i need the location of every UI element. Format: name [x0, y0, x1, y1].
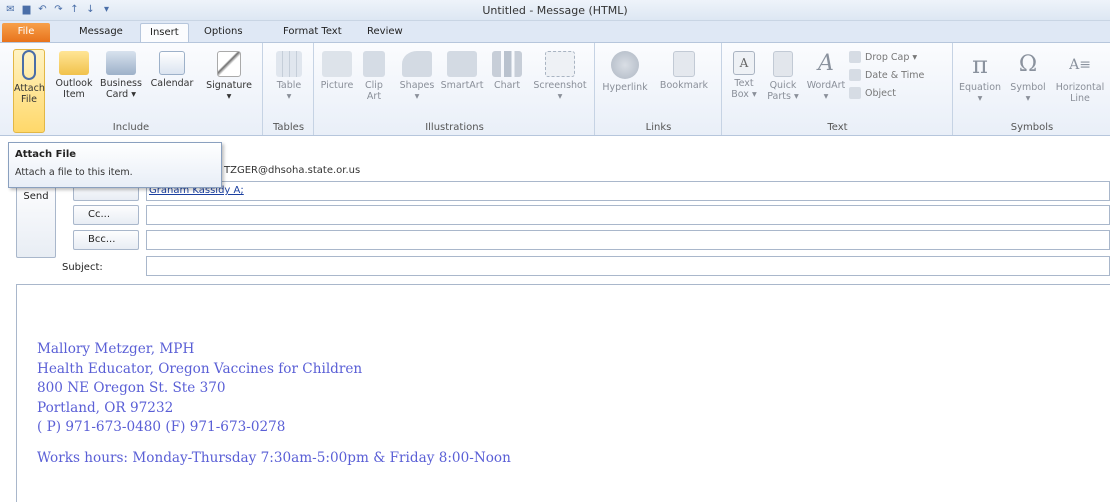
bcc-button[interactable]: Bcc...: [73, 230, 139, 250]
screenshot-icon: [545, 51, 575, 77]
date-time-icon: [849, 69, 861, 81]
paperclip-icon: [22, 50, 36, 80]
bcc-field[interactable]: [146, 230, 1110, 250]
cc-button[interactable]: Cc...: [73, 205, 139, 225]
quick-parts-button[interactable]: Quick Parts ▾: [765, 51, 801, 102]
table-icon: [276, 51, 302, 77]
shapes-button[interactable]: Shapes ▾: [399, 51, 435, 102]
group-include-label: Include: [112, 122, 150, 133]
bookmark-icon: [673, 51, 695, 77]
subject-field[interactable]: [146, 256, 1110, 276]
signature-city: Portland, OR 97232: [37, 399, 174, 416]
group-symbols: π Equation ▾ Ω Symbol ▾ A≡ Horizontal Li…: [954, 43, 1110, 135]
attach-file-tooltip: Attach File Attach a file to this item.: [8, 142, 222, 188]
title-bar: ✉ ▆ ↶ ↷ ↑ ↓ ▾ Untitled - Message (HTML): [0, 0, 1110, 21]
pi-icon: π: [972, 51, 988, 79]
quick-parts-icon: [773, 51, 793, 77]
tab-format-text[interactable]: Format Text: [274, 23, 351, 42]
signature-button[interactable]: Signature ▾: [203, 51, 255, 102]
from-address: TZGER@dhsoha.state.or.us: [224, 165, 361, 176]
business-card-icon: [106, 51, 136, 75]
signature-title: Health Educator, Oregon Vaccines for Chi…: [37, 360, 363, 377]
symbol-button[interactable]: Ω Symbol ▾: [1008, 51, 1048, 104]
group-tables-label: Tables: [272, 122, 305, 133]
omega-icon: Ω: [1018, 52, 1038, 77]
ribbon: Attach File Outlook Item Business Card ▾…: [0, 42, 1110, 136]
horizontal-line-icon: A≡: [1069, 57, 1091, 73]
signature-hours: Works hours: Monday-Thursday 7:30am-5:00…: [37, 449, 511, 466]
group-text: A Text Box ▾ Quick Parts ▾ A WordArt ▾ D…: [723, 43, 953, 135]
group-symbols-label: Symbols: [1010, 122, 1054, 133]
group-links-label: Links: [645, 122, 672, 133]
wordart-icon: A: [818, 51, 834, 76]
tab-file[interactable]: File: [2, 23, 50, 42]
attach-file-button[interactable]: Attach File: [13, 49, 45, 133]
horizontal-line-button[interactable]: A≡ Horizontal Line: [1052, 51, 1108, 104]
chart-icon: [492, 51, 522, 77]
tab-message[interactable]: Message: [70, 23, 132, 42]
text-box-button[interactable]: A Text Box ▾: [727, 51, 761, 100]
tooltip-description: Attach a file to this item.: [15, 167, 133, 178]
cc-field[interactable]: [146, 205, 1110, 225]
picture-icon: [322, 51, 352, 77]
screenshot-button[interactable]: Screenshot ▾: [531, 51, 589, 102]
date-time-button[interactable]: Date & Time: [849, 69, 924, 81]
group-illustrations-label: Illustrations: [425, 122, 484, 133]
drop-cap-icon: [849, 51, 861, 63]
group-illustrations: Picture Clip Art Shapes ▾ SmartArt Chart…: [315, 43, 595, 135]
bookmark-button[interactable]: Bookmark: [656, 51, 712, 91]
outlook-item-button[interactable]: Outlook Item: [52, 51, 96, 100]
send-button[interactable]: Send: [16, 182, 56, 258]
ribbon-tabs: File Message Insert Options Format Text …: [0, 21, 1110, 42]
group-tables: Table ▾ Tables: [264, 43, 314, 135]
signature-pen-icon: [217, 51, 241, 77]
signature-phone: ( P) 971-673-0480 (F) 971-673-0278: [37, 419, 286, 435]
calendar-button[interactable]: Calendar: [146, 51, 198, 89]
clip-art-button[interactable]: Clip Art: [359, 51, 389, 102]
hyperlink-globe-icon: [611, 51, 639, 79]
table-button[interactable]: Table ▾: [273, 51, 305, 102]
hyperlink-button[interactable]: Hyperlink: [598, 51, 652, 93]
to-field[interactable]: Graham Kassidy A;: [146, 181, 1110, 201]
subject-label: Subject:: [62, 262, 103, 273]
drop-cap-button[interactable]: Drop Cap ▾: [849, 51, 917, 63]
smartart-button[interactable]: SmartArt: [439, 51, 485, 91]
tooltip-title: Attach File: [15, 149, 77, 160]
tab-review[interactable]: Review: [358, 23, 412, 42]
equation-button[interactable]: π Equation ▾: [956, 51, 1004, 104]
shapes-icon: [402, 51, 432, 77]
business-card-button[interactable]: Business Card ▾: [99, 51, 143, 100]
envelope-icon: [59, 51, 89, 75]
object-icon: [849, 87, 861, 99]
tab-options[interactable]: Options: [195, 23, 252, 42]
group-text-label: Text: [827, 122, 848, 133]
window-title: Untitled - Message (HTML): [482, 4, 628, 17]
smartart-icon: [447, 51, 477, 77]
clip-art-icon: [363, 51, 385, 77]
chart-button[interactable]: Chart: [489, 51, 525, 91]
text-box-icon: A: [733, 51, 755, 75]
group-links: Hyperlink Bookmark Links: [596, 43, 722, 135]
signature-address: 800 NE Oregon St. Ste 370: [37, 380, 226, 396]
picture-button[interactable]: Picture: [319, 51, 355, 91]
object-button[interactable]: Object: [849, 87, 896, 99]
tab-insert[interactable]: Insert: [140, 23, 189, 42]
calendar-icon: [159, 51, 185, 75]
email-signature: Mallory Metzger, MPH Health Educator, Or…: [37, 340, 511, 468]
group-include: Attach File Outlook Item Business Card ▾…: [0, 43, 263, 135]
wordart-button[interactable]: A WordArt ▾: [805, 51, 847, 102]
signature-name: Mallory Metzger, MPH: [37, 341, 195, 357]
